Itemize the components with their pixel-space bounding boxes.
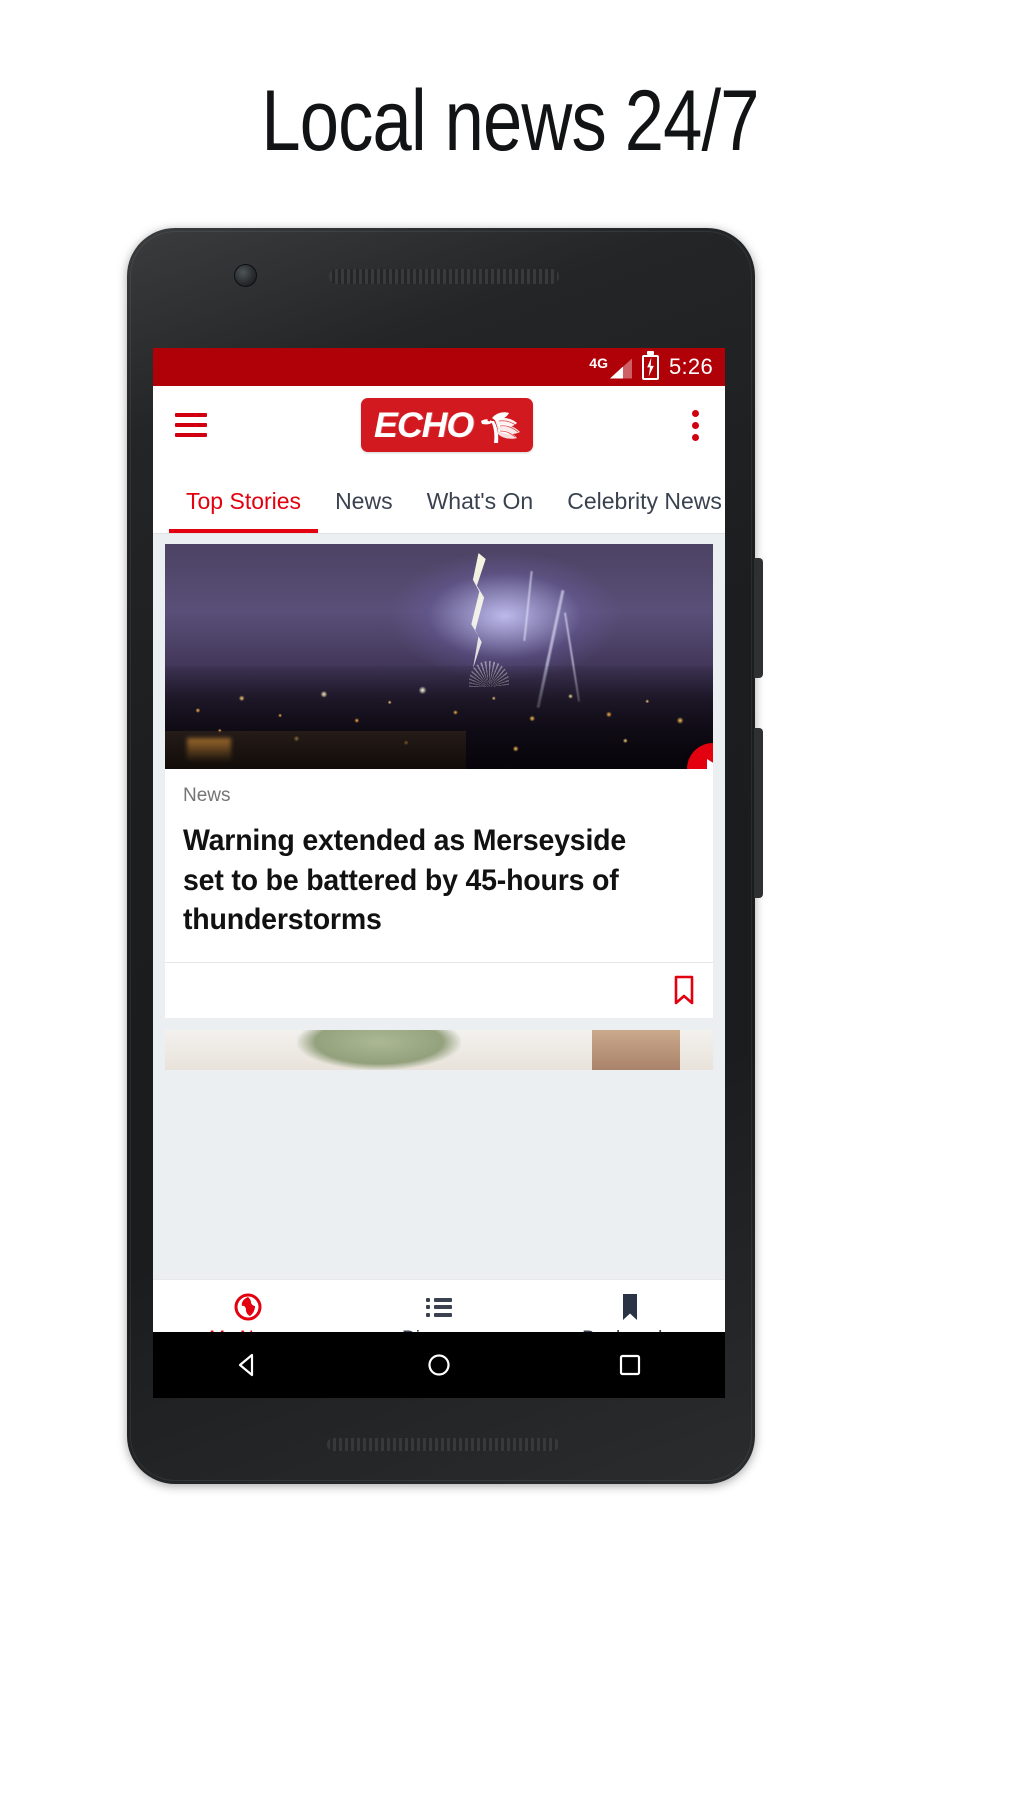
signal-bars-icon (609, 358, 632, 379)
volume-button[interactable] (754, 558, 763, 678)
phone-device-frame: 4G 5:26 ECHO Top Stories News What's On … (127, 228, 763, 1484)
article-image (165, 544, 713, 769)
tab-news[interactable]: News (318, 488, 410, 533)
next-article-card-peek[interactable] (165, 1029, 713, 1070)
article-card-body: News Warning extended as Merseyside set … (165, 769, 713, 1018)
network-type-label: 4G (589, 354, 608, 371)
liver-bird-icon (480, 412, 520, 443)
bookmark-outline-icon[interactable] (673, 975, 695, 1005)
recents-square-icon[interactable] (617, 1352, 643, 1378)
phone-screen: 4G 5:26 ECHO Top Stories News What's On … (153, 348, 725, 1363)
globe-icon (234, 1293, 262, 1321)
bottom-speaker-grille (327, 1438, 559, 1451)
signal-indicator: 4G (589, 356, 632, 379)
status-bar: 4G 5:26 (153, 348, 725, 386)
category-tab-bar: Top Stories News What's On Celebrity New… (153, 464, 725, 534)
bookmark-filled-icon (616, 1293, 644, 1321)
article-card[interactable]: News Warning extended as Merseyside set … (165, 544, 713, 1018)
tab-celebrity-news[interactable]: Celebrity News (550, 488, 725, 533)
clock-label: 5:26 (668, 354, 713, 379)
tab-top-stories[interactable]: Top Stories (169, 488, 319, 533)
hamburger-menu-icon[interactable] (175, 413, 207, 437)
back-triangle-icon[interactable] (235, 1352, 261, 1378)
earpiece-speaker (329, 269, 559, 284)
front-camera-icon (234, 264, 257, 287)
tab-whats-on[interactable]: What's On (410, 488, 551, 533)
home-circle-icon[interactable] (426, 1352, 452, 1378)
app-bar: ECHO (153, 386, 725, 464)
list-icon (425, 1293, 453, 1321)
battery-charging-icon (641, 350, 659, 380)
promo-screenshot: Local news 24/7 4G 5:26 ECHO Top Stories… (0, 0, 1020, 1813)
kebab-menu-icon[interactable] (687, 406, 703, 445)
power-button[interactable] (754, 728, 763, 898)
echo-logo[interactable]: ECHO (361, 398, 533, 452)
echo-logo-text: ECHO (374, 405, 474, 445)
article-feed[interactable]: News Warning extended as Merseyside set … (153, 534, 725, 1279)
page-title: Local news 24/7 (261, 73, 759, 169)
article-card-footer (165, 961, 713, 1018)
android-system-nav-bar (153, 1332, 725, 1398)
article-category-label: News (183, 785, 231, 806)
article-headline[interactable]: Warning extended as Merseyside set to be… (183, 821, 669, 962)
